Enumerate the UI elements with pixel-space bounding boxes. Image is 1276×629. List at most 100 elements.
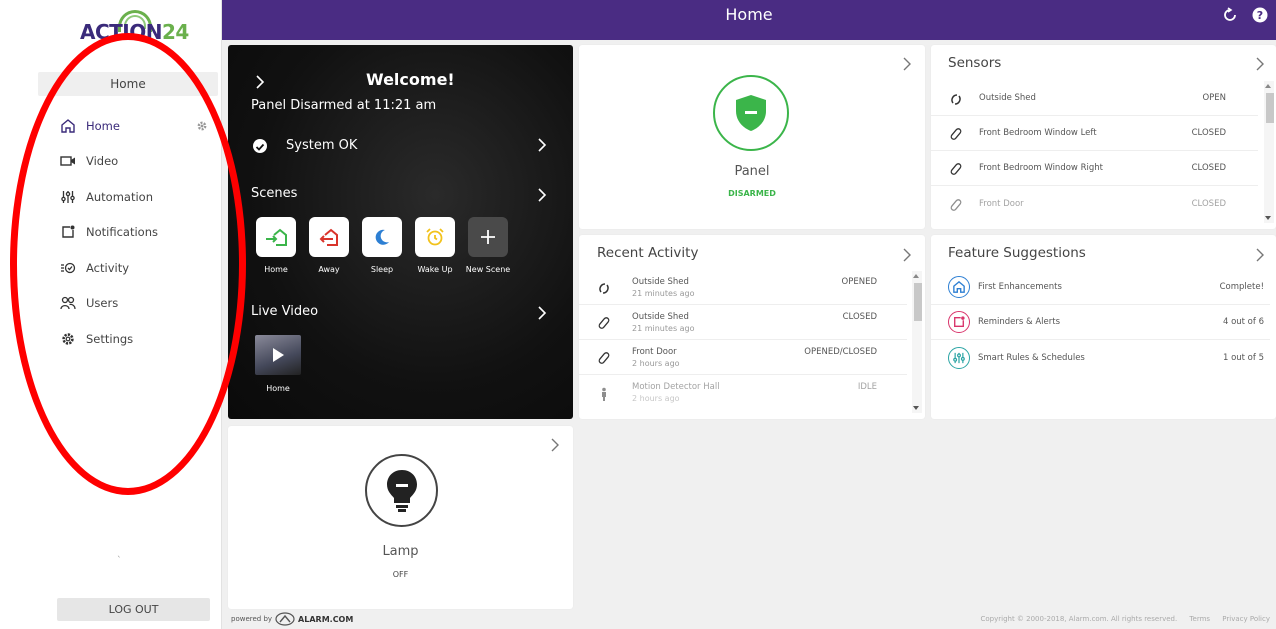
sidebar-item-users[interactable]: Users <box>0 286 222 322</box>
sensors-title: Sensors <box>948 55 1002 71</box>
scroll-thumb[interactable] <box>1266 93 1274 123</box>
list-item[interactable]: Front Door CLOSED <box>931 186 1258 221</box>
list-item[interactable]: Outside Shed 21 minutes ago OPENED <box>579 270 907 305</box>
alarm-com-brand[interactable]: ALARM.COM <box>298 615 353 624</box>
copyright-footer: Copyright © 2000-2018, Alarm.com. All ri… <box>981 615 1271 623</box>
scroll-down-icon[interactable] <box>1265 216 1271 220</box>
svg-text:?: ? <box>1257 9 1263 22</box>
activity-time: 2 hours ago <box>632 394 680 403</box>
lamp-toggle[interactable] <box>365 454 438 527</box>
sidebar-item-automation[interactable]: Automation <box>0 179 222 215</box>
system-status[interactable]: System OK <box>286 138 357 153</box>
list-item[interactable]: Reminders & Alerts 4 out of 6 <box>931 305 1270 340</box>
welcome-subtitle: Panel Disarmed at 11:21 am <box>251 98 437 113</box>
panel-status-circle[interactable] <box>713 75 789 151</box>
scene-home[interactable]: Home <box>255 217 297 274</box>
scene-sleep[interactable]: Sleep <box>361 217 403 274</box>
chevron-right-icon[interactable] <box>255 74 265 89</box>
open-sensor-icon <box>949 91 963 105</box>
refresh-icon[interactable] <box>1222 7 1238 23</box>
list-item[interactable]: Smart Rules & Schedules 1 out of 5 <box>931 340 1270 375</box>
closed-sensor-icon <box>597 350 611 364</box>
terms-link[interactable]: Terms <box>1189 615 1210 623</box>
sidebar-item-home[interactable]: Home <box>0 108 222 144</box>
chevron-right-icon[interactable] <box>902 247 912 262</box>
list-item[interactable]: Front Bedroom Window Left CLOSED <box>931 116 1258 151</box>
action24-logo: ACTION24 <box>58 8 189 48</box>
scene-wake-up[interactable]: Wake Up <box>414 217 456 274</box>
list-item[interactable]: Outside Shed OPEN <box>931 81 1258 116</box>
list-item[interactable]: Motion Detector Hall 2 hours ago IDLE <box>579 375 907 410</box>
scroll-down-icon[interactable] <box>913 406 919 410</box>
sidebar-item-label: Video <box>86 154 119 169</box>
closed-sensor-icon <box>949 126 963 140</box>
activity-list: Outside Shed 21 minutes ago OPENED Outsi… <box>579 270 907 412</box>
logo-text: ACTION24 <box>80 20 189 44</box>
sensors-scrollbar[interactable] <box>1264 81 1274 223</box>
settings-icon <box>60 331 76 347</box>
video-thumbnail[interactable] <box>255 335 301 375</box>
sidebar-item-settings[interactable]: Settings <box>0 321 222 357</box>
panel-card[interactable]: Panel DISARMED <box>579 45 925 229</box>
sensors-card: Sensors Outside Shed OPEN Front Bedroom … <box>931 45 1276 229</box>
logo-text-number: 24 <box>161 20 189 44</box>
sidebar-item-label: Notifications <box>86 225 158 240</box>
suggestion-name: Reminders & Alerts <box>978 317 1061 327</box>
list-item[interactable]: Outside Shed 21 minutes ago CLOSED <box>579 305 907 340</box>
chevron-right-icon[interactable] <box>537 137 547 152</box>
logout-button[interactable]: LOG OUT <box>57 598 210 621</box>
chevron-right-icon[interactable] <box>537 187 547 202</box>
activity-time: 21 minutes ago <box>632 289 695 298</box>
panel-status: DISARMED <box>728 189 776 198</box>
powered-by-text: powered by <box>231 615 273 623</box>
closed-sensor-icon <box>597 315 611 329</box>
sidebar-item-label: Automation <box>86 189 153 204</box>
sensor-name: Front Door <box>979 198 1024 209</box>
sidebar-item-label: Settings <box>86 331 134 346</box>
chevron-right-icon[interactable] <box>550 437 560 452</box>
activity-scrollbar[interactable] <box>912 271 922 413</box>
lamp-status: OFF <box>392 570 409 579</box>
scene-new[interactable]: New Scene <box>466 217 510 274</box>
activity-status: CLOSED <box>842 312 877 322</box>
open-sensor-icon <box>597 280 611 294</box>
feature-suggestions-title: Feature Suggestions <box>948 245 1086 261</box>
gear-icon[interactable] <box>196 120 208 132</box>
activity-name: Outside Shed <box>632 277 689 287</box>
page-title: Home <box>725 5 773 24</box>
chevron-right-icon[interactable] <box>1255 247 1265 262</box>
lamp-label: Lamp <box>382 544 419 559</box>
privacy-policy-link[interactable]: Privacy Policy <box>1222 615 1270 623</box>
list-item[interactable]: Front Door 2 hours ago OPENED/CLOSED <box>579 340 907 375</box>
shield-icon <box>736 95 766 131</box>
help-icon[interactable]: ? <box>1252 7 1268 23</box>
list-item[interactable]: Front Bedroom Window Right CLOSED <box>931 151 1258 186</box>
suggestion-name: Smart Rules & Schedules <box>978 352 1085 363</box>
notifications-icon <box>60 224 76 240</box>
chevron-right-icon[interactable] <box>902 56 912 71</box>
suggestion-name: First Enhancements <box>978 282 1062 292</box>
sensor-name: Outside Shed <box>979 93 1036 103</box>
closed-sensor-icon <box>949 161 963 175</box>
chevron-right-icon[interactable] <box>1255 56 1265 71</box>
scroll-up-icon[interactable] <box>913 274 919 278</box>
sensor-status: CLOSED <box>1191 128 1226 138</box>
lamp-card[interactable]: Lamp OFF <box>228 426 573 609</box>
top-header: Home ? <box>222 0 1276 40</box>
copyright-text: Copyright © 2000-2018, Alarm.com. All ri… <box>980 615 1178 623</box>
chevron-right-icon[interactable] <box>537 305 547 320</box>
sidebar-item-notifications[interactable]: Notifications <box>0 215 222 251</box>
powered-by: powered by ALARM.COM <box>231 612 353 626</box>
light-bulb-icon <box>386 469 417 512</box>
scenes-label: Scenes <box>251 186 298 201</box>
welcome-title: Welcome! <box>366 70 455 89</box>
scroll-up-icon[interactable] <box>1265 84 1271 88</box>
scene-away[interactable]: Away <box>308 217 350 274</box>
recent-activity-title: Recent Activity <box>597 245 699 261</box>
sidebar-item-activity[interactable]: Activity <box>0 250 222 286</box>
sidebar-item-video[interactable]: Video <box>0 144 222 180</box>
scroll-thumb[interactable] <box>914 283 922 321</box>
welcome-card: Welcome! Panel Disarmed at 11:21 am Syst… <box>228 45 573 419</box>
list-item[interactable]: First Enhancements Complete! <box>931 270 1270 305</box>
sensor-status: OPEN <box>1202 93 1226 103</box>
